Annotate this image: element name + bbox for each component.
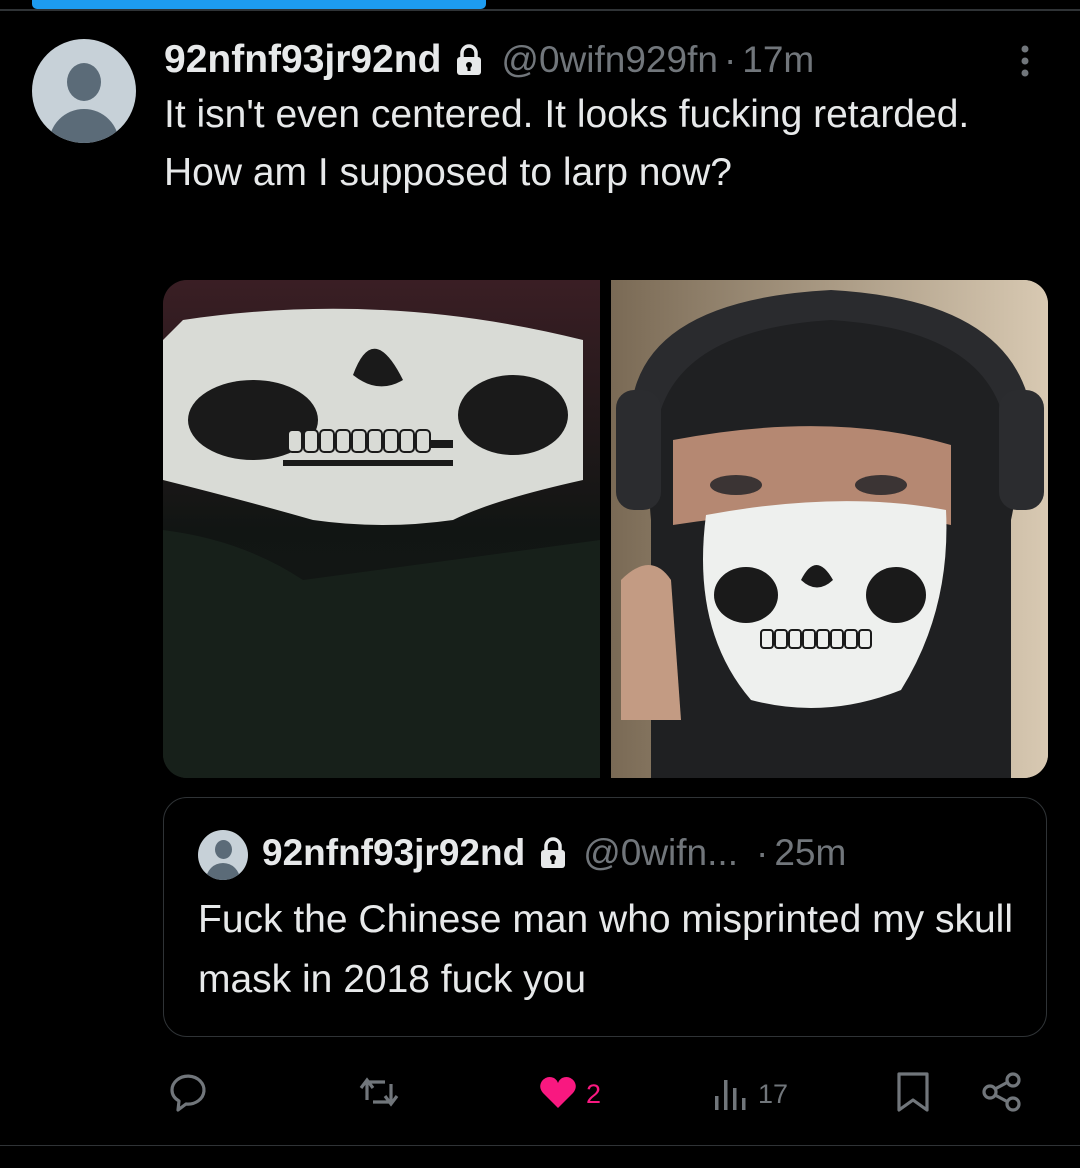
display-name[interactable]: 92nfnf93jr92nd <box>164 38 441 82</box>
heart-icon <box>536 1070 580 1119</box>
separator-dot: · <box>723 39 737 80</box>
quoted-avatar-head-shape <box>215 840 232 859</box>
handle[interactable]: @0wifn929fn <box>501 39 718 81</box>
balaclava-selfie-photo <box>611 280 1048 778</box>
views-button[interactable]: 17 <box>712 1062 788 1126</box>
quoted-tweet[interactable]: 92nfnf93jr92nd @0wifn... · 25m Fuck the … <box>163 797 1047 1037</box>
avatar-body-shape <box>49 109 119 143</box>
bookmark-button[interactable] <box>893 1062 933 1126</box>
quoted-timestamp: 25m <box>774 832 847 873</box>
share-button[interactable] <box>980 1062 1024 1126</box>
reply-icon <box>166 1070 210 1119</box>
media-image-2[interactable] <box>611 280 1048 778</box>
lock-icon <box>539 836 567 870</box>
reply-button[interactable] <box>166 1062 216 1126</box>
more-vertical-icon[interactable] <box>1020 44 1030 78</box>
views-chart-icon <box>712 1070 752 1119</box>
quoted-avatar-body-shape <box>206 863 240 880</box>
skull-mask-photo <box>163 280 600 778</box>
media-grid <box>163 280 1048 778</box>
quoted-text: Fuck the Chinese man who misprinted my s… <box>198 898 1013 1001</box>
bottom-divider <box>0 1145 1080 1146</box>
media-progress-bar <box>32 0 486 9</box>
timestamp[interactable]: 17m <box>742 39 814 81</box>
progress-divider <box>0 9 1080 11</box>
lock-icon <box>455 43 483 77</box>
quoted-header: 92nfnf93jr92nd @0wifn... · 25m <box>262 828 846 878</box>
avatar[interactable] <box>32 39 136 143</box>
bookmark-icon <box>893 1070 933 1119</box>
tweet-text: It isn't even centered. It looks fucking… <box>164 93 970 194</box>
media-image-1[interactable] <box>163 280 600 778</box>
share-icon <box>980 1070 1024 1119</box>
views-count: 17 <box>758 1078 789 1109</box>
tweet-header: 92nfnf93jr92nd @0wifn929fn · 17m <box>164 32 814 88</box>
retweet-icon <box>357 1070 401 1119</box>
quoted-separator-dot: · <box>755 832 769 873</box>
action-bar: 2 17 <box>0 1062 1080 1126</box>
avatar-head-shape <box>67 63 101 101</box>
retweet-button[interactable] <box>357 1062 407 1126</box>
like-button[interactable]: 2 <box>536 1062 601 1126</box>
like-count: 2 <box>586 1078 602 1109</box>
quoted-handle: @0wifn... <box>583 832 738 873</box>
quoted-avatar <box>198 830 248 880</box>
quoted-display-name: 92nfnf93jr92nd <box>262 832 526 873</box>
